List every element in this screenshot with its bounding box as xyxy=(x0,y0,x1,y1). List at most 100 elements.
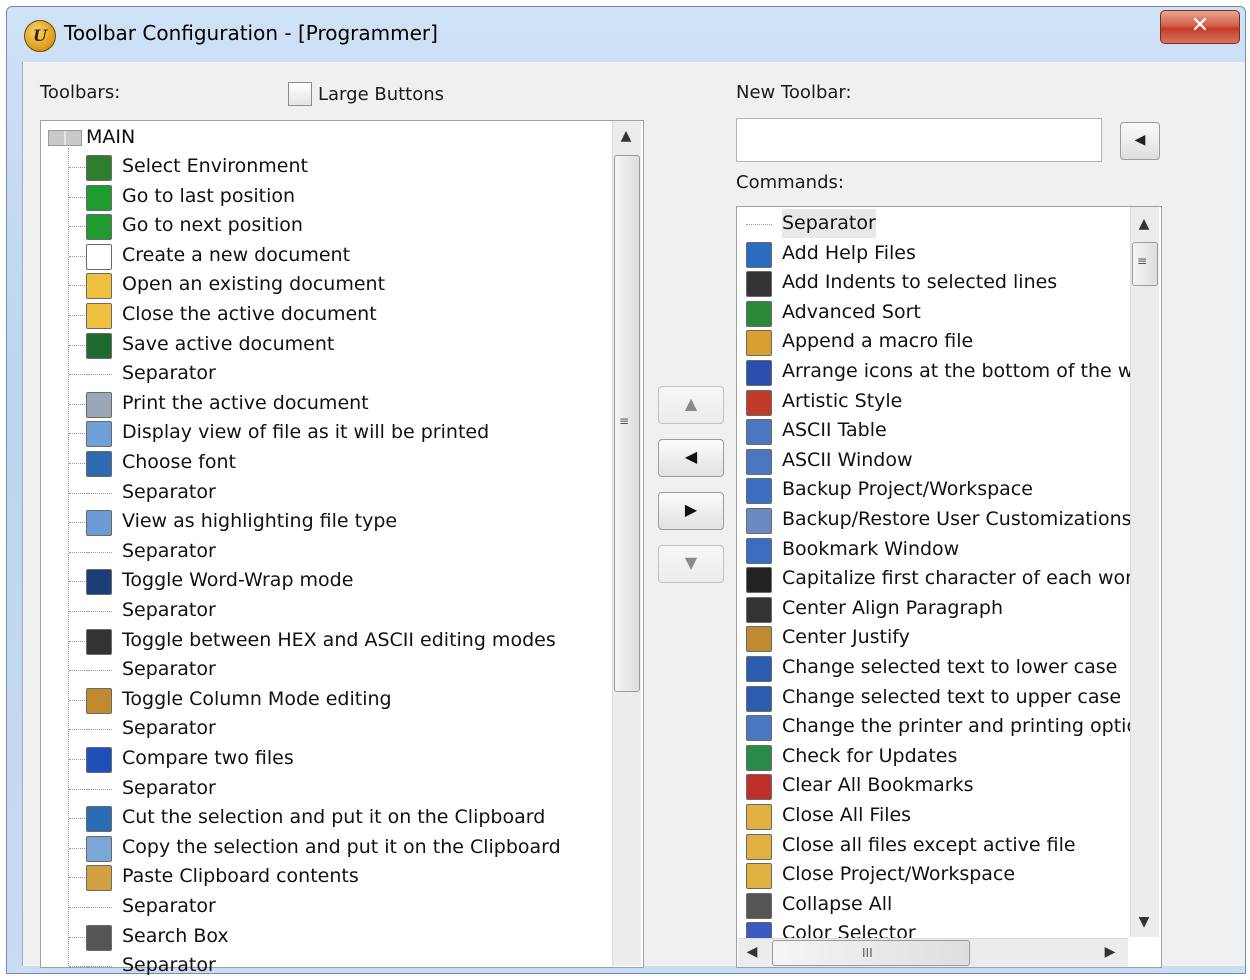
command-item[interactable]: Bookmark Window xyxy=(782,535,959,564)
toolbar-item[interactable]: Separator xyxy=(122,359,216,388)
toolbar-item[interactable]: Toggle Column Mode editing xyxy=(122,685,392,714)
toolbar-item[interactable]: Separator xyxy=(122,774,216,803)
toolbar-item[interactable]: Search Box xyxy=(122,922,229,951)
add-to-toolbar-button[interactable]: ▶ xyxy=(658,492,724,530)
toolbar-item[interactable]: Print the active document xyxy=(122,389,369,418)
toolbar-item[interactable]: Go to last position xyxy=(122,182,295,211)
hscroll-right-icon[interactable]: ▶ xyxy=(1100,944,1120,960)
toolbar-item[interactable]: Open an existing document xyxy=(122,270,385,299)
command-item[interactable]: Check for Updates xyxy=(782,742,957,771)
move-down-button[interactable]: ▼ xyxy=(658,545,724,583)
toolbar-root-icon xyxy=(48,130,82,146)
toolbar-item[interactable]: Compare two files xyxy=(122,744,294,773)
toolbar-item[interactable]: Cut the selection and put it on the Clip… xyxy=(122,803,545,832)
toolbar-item[interactable]: Separator xyxy=(122,892,216,921)
collapse-all-icon xyxy=(746,892,772,919)
toolbar-item[interactable]: Separator xyxy=(122,596,216,625)
command-item[interactable]: Backup Project/Workspace xyxy=(782,475,1033,504)
toolbar-item[interactable]: Create a new document xyxy=(122,241,350,270)
command-item[interactable]: ASCII Table xyxy=(782,416,887,445)
new-toolbar-input[interactable] xyxy=(736,118,1102,162)
command-item[interactable]: Close all files except active file xyxy=(782,831,1076,860)
command-item[interactable]: Clear All Bookmarks xyxy=(782,771,973,800)
macro-icon xyxy=(746,330,772,357)
command-item[interactable]: ASCII Window xyxy=(782,446,913,475)
add-new-toolbar-button[interactable]: ◀ xyxy=(1120,122,1160,160)
toolbar-item[interactable]: Separator xyxy=(122,478,216,507)
toolbar-item[interactable]: Close the active document xyxy=(122,300,377,329)
toolbar-item[interactable]: Save active document xyxy=(122,330,334,359)
separator-icon xyxy=(746,224,772,225)
scissors-icon xyxy=(86,806,112,833)
hex-icon xyxy=(86,628,112,655)
commands-grip-icon: ≡ xyxy=(1137,254,1148,268)
commands-scroll-up-icon[interactable]: ▲ xyxy=(1130,216,1158,232)
separator-icon xyxy=(86,729,112,731)
open-folder-icon xyxy=(86,273,112,300)
toolbar-item[interactable]: Toggle Word-Wrap mode xyxy=(122,566,353,595)
lowercase-icon xyxy=(746,656,772,682)
tree-guide-line xyxy=(68,148,69,966)
commands-scrollbar[interactable] xyxy=(1130,207,1159,937)
toolbars-label: Toolbars: xyxy=(40,82,121,103)
command-item[interactable]: Separator xyxy=(782,209,876,238)
command-item[interactable]: Add Help Files xyxy=(782,239,916,268)
command-item[interactable]: Capitalize first character of each word xyxy=(782,564,1145,593)
arrange-icons-icon xyxy=(746,360,772,386)
toolbar-item[interactable]: Select Environment xyxy=(122,152,308,181)
command-item[interactable]: Collapse All xyxy=(782,890,892,919)
separator-icon xyxy=(86,551,112,553)
close-project-icon xyxy=(746,863,772,890)
toolbar-item[interactable]: Toggle between HEX and ASCII editing mod… xyxy=(122,626,556,655)
separator-icon xyxy=(86,907,112,908)
commands-scroll-down-icon[interactable]: ▼ xyxy=(1130,914,1158,930)
command-item[interactable]: Close All Files xyxy=(782,801,911,830)
separator-icon xyxy=(86,611,112,612)
command-item[interactable]: Change selected text to upper case xyxy=(782,683,1121,712)
command-item[interactable]: Backup/Restore User Customizations xyxy=(782,505,1132,534)
toolbar-item[interactable]: Choose font xyxy=(122,448,236,477)
command-item[interactable]: Add Indents to selected lines xyxy=(782,268,1057,297)
close-button[interactable]: ✕ xyxy=(1160,10,1240,44)
arrow-right-green-icon xyxy=(86,214,112,241)
toolbar-item[interactable]: Paste Clipboard contents xyxy=(122,862,359,891)
toolbar-item[interactable]: Separator xyxy=(122,537,216,566)
print-preview-icon xyxy=(86,421,112,448)
command-item[interactable]: Artistic Style xyxy=(782,387,902,416)
toolbar-item[interactable]: Go to next position xyxy=(122,211,303,240)
large-buttons-checkbox[interactable] xyxy=(288,82,312,106)
scroll-up-arrow-icon[interactable]: ▲ xyxy=(612,128,640,144)
separator-icon xyxy=(86,492,112,494)
environment-icon xyxy=(86,155,112,181)
hscroll-grip-icon: III xyxy=(862,946,873,960)
toolbar-item[interactable]: Copy the selection and put it on the Cli… xyxy=(122,833,561,862)
remove-from-toolbar-button[interactable]: ◀ xyxy=(658,439,724,477)
command-item[interactable]: Advanced Sort xyxy=(782,298,921,327)
large-buttons-label[interactable]: Large Buttons xyxy=(318,84,444,105)
command-item[interactable]: Change the printer and printing options xyxy=(782,712,1160,741)
command-item[interactable]: Arrange icons at the bottom of the win xyxy=(782,357,1151,386)
toolbar-item[interactable]: Display view of file as it will be print… xyxy=(122,418,489,447)
indent-icon xyxy=(746,271,772,298)
toolbar-item[interactable]: Separator xyxy=(122,714,216,743)
globe-icon xyxy=(746,744,772,771)
command-item[interactable]: Close Project/Workspace xyxy=(782,860,1015,889)
scroll-grip-icon: ≡ xyxy=(619,414,630,428)
hscroll-left-icon[interactable]: ◀ xyxy=(742,944,762,960)
command-item[interactable]: Center Align Paragraph xyxy=(782,594,1003,623)
toolbar-item[interactable]: View as highlighting file type xyxy=(122,507,397,536)
printer-icon xyxy=(86,391,112,418)
tree-root-main[interactable]: MAIN xyxy=(86,123,135,152)
capitalize-icon xyxy=(746,567,772,594)
save-disk-icon xyxy=(86,332,112,359)
move-up-button[interactable]: ▲ xyxy=(658,386,724,424)
new-document-icon xyxy=(86,243,112,270)
font-icon xyxy=(86,451,112,477)
command-item[interactable]: Append a macro file xyxy=(782,327,973,356)
uppercase-icon xyxy=(746,685,772,712)
ascii-window-icon xyxy=(746,448,772,475)
command-item[interactable]: Change selected text to lower case xyxy=(782,653,1117,682)
toolbar-item[interactable]: Separator xyxy=(122,655,216,684)
window-title: Toolbar Configuration - [Programmer] xyxy=(64,21,438,45)
command-item[interactable]: Center Justify xyxy=(782,623,910,652)
